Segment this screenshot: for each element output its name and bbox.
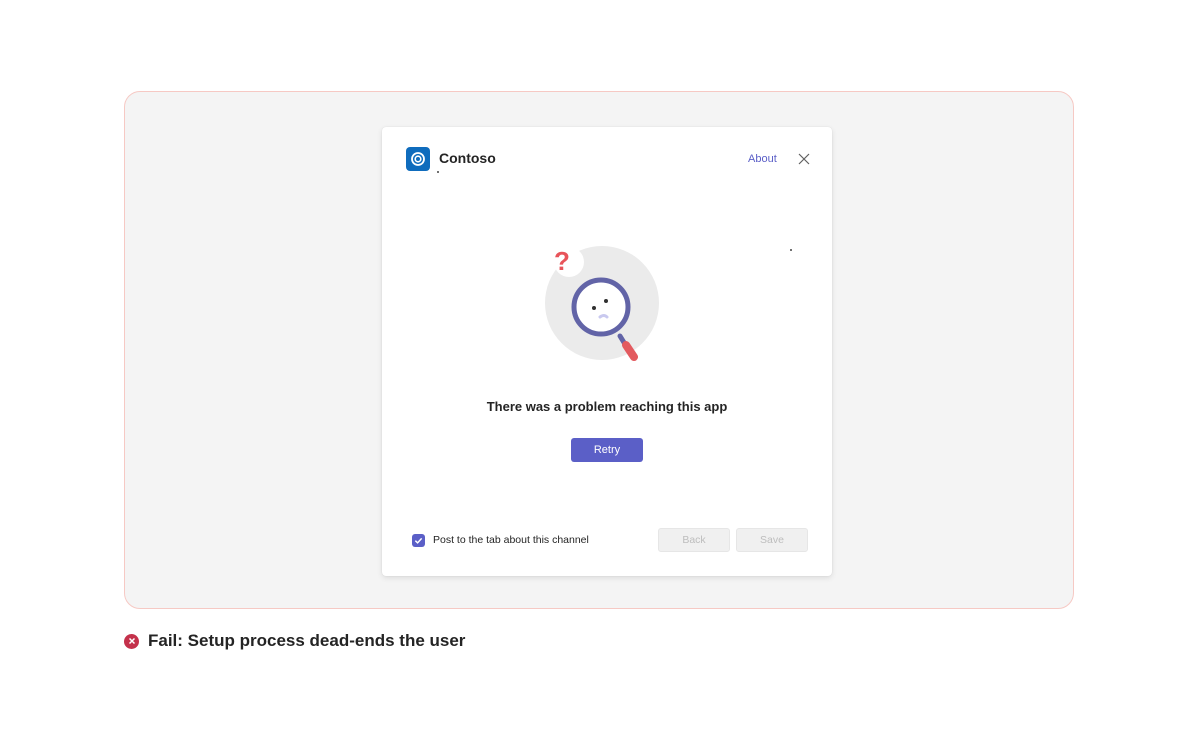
close-icon[interactable] bbox=[796, 151, 812, 167]
error-illustration: ? bbox=[545, 246, 659, 361]
setup-dialog: Contoso About ? There was a problem reac… bbox=[382, 127, 832, 576]
app-logo-icon bbox=[406, 147, 430, 171]
about-link[interactable]: About bbox=[748, 153, 777, 165]
back-button[interactable]: Back bbox=[658, 528, 730, 552]
app-name: Contoso bbox=[439, 150, 496, 166]
checkbox-label: Post to the tab about this channel bbox=[433, 534, 589, 546]
svg-text:?: ? bbox=[554, 246, 570, 276]
error-message: There was a problem reaching this app bbox=[486, 399, 728, 414]
stray-dot bbox=[437, 171, 439, 173]
post-to-tab-checkbox[interactable] bbox=[412, 534, 425, 547]
checkmark-icon bbox=[414, 537, 423, 544]
stray-dot bbox=[790, 249, 792, 251]
caption: Fail: Setup process dead-ends the user bbox=[124, 631, 465, 651]
retry-button[interactable]: Retry bbox=[571, 438, 643, 462]
caption-text: Fail: Setup process dead-ends the user bbox=[148, 631, 466, 650]
fail-x-icon bbox=[124, 633, 139, 649]
save-button[interactable]: Save bbox=[736, 528, 808, 552]
